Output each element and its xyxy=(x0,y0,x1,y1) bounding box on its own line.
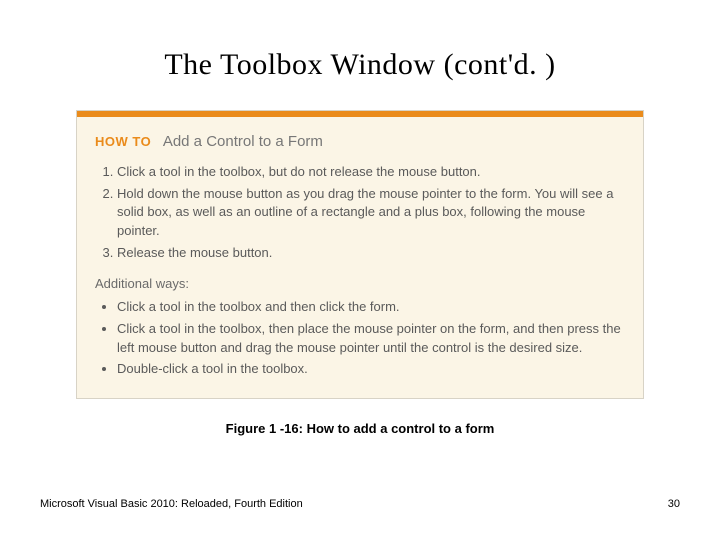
howto-step: Hold down the mouse button as you drag t… xyxy=(117,185,625,242)
additional-way: Click a tool in the toolbox and then cli… xyxy=(117,298,625,317)
howto-step: Release the mouse button. xyxy=(117,244,625,263)
additional-ways-list: Click a tool in the toolbox and then cli… xyxy=(95,298,625,379)
slide: The Toolbox Window (cont'd. ) HOW TO Add… xyxy=(0,0,720,540)
figure-caption: Figure 1 -16: How to add a control to a … xyxy=(40,421,680,436)
howto-content: HOW TO Add a Control to a Form Click a t… xyxy=(77,117,643,398)
howto-box: HOW TO Add a Control to a Form Click a t… xyxy=(76,110,644,399)
slide-title: The Toolbox Window (cont'd. ) xyxy=(40,48,680,82)
page-number: 30 xyxy=(668,498,680,510)
howto-heading: HOW TO Add a Control to a Form xyxy=(95,131,625,153)
howto-step: Click a tool in the toolbox, but do not … xyxy=(117,163,625,182)
additional-ways-label: Additional ways: xyxy=(95,275,625,294)
slide-footer: Microsoft Visual Basic 2010: Reloaded, F… xyxy=(40,498,680,510)
howto-steps: Click a tool in the toolbox, but do not … xyxy=(95,163,625,263)
additional-way: Double-click a tool in the toolbox. xyxy=(117,360,625,379)
additional-way: Click a tool in the toolbox, then place … xyxy=(117,320,625,358)
footer-text: Microsoft Visual Basic 2010: Reloaded, F… xyxy=(40,498,303,510)
howto-subtitle: Add a Control to a Form xyxy=(163,133,323,150)
howto-label: HOW TO xyxy=(95,134,151,149)
